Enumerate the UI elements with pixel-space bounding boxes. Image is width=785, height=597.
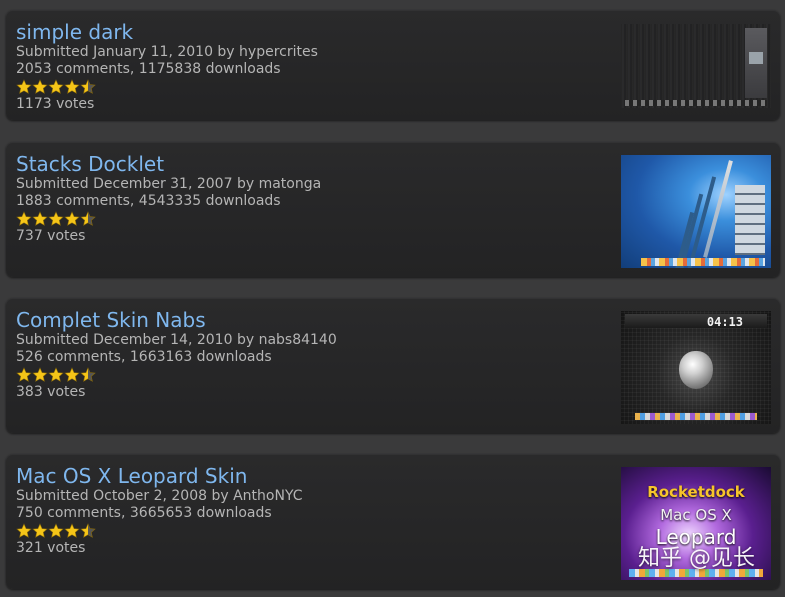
star-icon bbox=[16, 211, 32, 226]
stats-info: 2053 comments, 1175838 downloads bbox=[16, 61, 281, 77]
stats-info: 1883 comments, 4543335 downloads bbox=[16, 193, 281, 209]
star-icon bbox=[48, 367, 64, 382]
star-icon bbox=[32, 367, 48, 382]
star-icon bbox=[48, 79, 64, 94]
submitted-info: Submitted December 31, 2007 by matonga bbox=[16, 176, 322, 192]
thumbnail-widget bbox=[749, 52, 763, 64]
thumbnail-topbar bbox=[625, 314, 767, 328]
star-icon bbox=[32, 211, 48, 226]
submitted-info: Submitted January 11, 2010 by hypercrite… bbox=[16, 44, 318, 60]
skin-info: simple dark Submitted January 11, 2010 b… bbox=[16, 20, 318, 113]
star-icon bbox=[80, 79, 96, 94]
rating-stars bbox=[16, 523, 303, 539]
star-icon bbox=[32, 79, 48, 94]
skin-info: Stacks Docklet Submitted December 31, 20… bbox=[16, 152, 321, 245]
star-icon bbox=[64, 79, 80, 94]
apple-logo-icon bbox=[679, 351, 713, 389]
submitted-info: Submitted December 14, 2010 by nabs84140 bbox=[16, 332, 337, 348]
star-icon bbox=[80, 367, 96, 382]
skin-card: Mac OS X Leopard Skin Submitted October … bbox=[6, 454, 780, 589]
skin-thumbnail[interactable]: Rocketdock Mac OS X Leopard bbox=[621, 467, 771, 580]
skin-card: Complet Skin Nabs Submitted December 14,… bbox=[6, 298, 780, 433]
star-icon bbox=[64, 211, 80, 226]
skin-thumbnail[interactable] bbox=[621, 24, 771, 108]
star-icon bbox=[16, 79, 32, 94]
skin-thumbnail[interactable]: 04:13 bbox=[621, 311, 771, 424]
votes-count: 737 votes bbox=[16, 228, 86, 244]
thumbnail-stack bbox=[703, 160, 733, 258]
star-icon bbox=[80, 211, 96, 226]
skin-title-link[interactable]: Mac OS X Leopard Skin bbox=[16, 464, 303, 488]
skin-info: Complet Skin Nabs Submitted December 14,… bbox=[16, 308, 337, 401]
skin-title-link[interactable]: Complet Skin Nabs bbox=[16, 308, 337, 332]
skin-title-link[interactable]: simple dark bbox=[16, 20, 318, 44]
skin-thumbnail[interactable] bbox=[621, 155, 771, 268]
star-icon bbox=[64, 367, 80, 382]
star-icon bbox=[80, 523, 96, 538]
skin-title-link[interactable]: Stacks Docklet bbox=[16, 152, 321, 176]
star-icon bbox=[16, 367, 32, 382]
star-icon bbox=[48, 523, 64, 538]
thumbnail-text: Rocketdock bbox=[647, 483, 745, 501]
thumbnail-icons bbox=[735, 185, 765, 255]
thumbnail-dock bbox=[635, 413, 757, 420]
votes-count: 321 votes bbox=[16, 540, 86, 556]
skin-info: Mac OS X Leopard Skin Submitted October … bbox=[16, 464, 303, 557]
star-icon bbox=[48, 211, 64, 226]
skin-list: simple dark Submitted January 11, 2010 b… bbox=[0, 0, 785, 597]
votes-count: 1173 votes bbox=[16, 96, 95, 112]
skin-card: Stacks Docklet Submitted December 31, 20… bbox=[6, 142, 780, 277]
thumbnail-text: Leopard bbox=[655, 525, 737, 549]
submitted-info: Submitted October 2, 2008 by AnthoNYC bbox=[16, 488, 303, 504]
thumbnail-clock: 04:13 bbox=[706, 315, 743, 329]
star-icon bbox=[16, 523, 32, 538]
skin-card: simple dark Submitted January 11, 2010 b… bbox=[6, 10, 780, 120]
rating-stars bbox=[16, 211, 321, 227]
stats-info: 526 comments, 1663163 downloads bbox=[16, 349, 272, 365]
thumbnail-dock bbox=[641, 258, 765, 266]
thumbnail-dock bbox=[629, 569, 763, 577]
thumbnail-dock bbox=[625, 100, 767, 106]
rating-stars bbox=[16, 367, 337, 383]
rating-stars bbox=[16, 79, 318, 95]
star-icon bbox=[32, 523, 48, 538]
votes-count: 383 votes bbox=[16, 384, 86, 400]
thumbnail-text: Mac OS X bbox=[660, 506, 732, 524]
star-icon bbox=[64, 523, 80, 538]
stats-info: 750 comments, 3665653 downloads bbox=[16, 505, 272, 521]
